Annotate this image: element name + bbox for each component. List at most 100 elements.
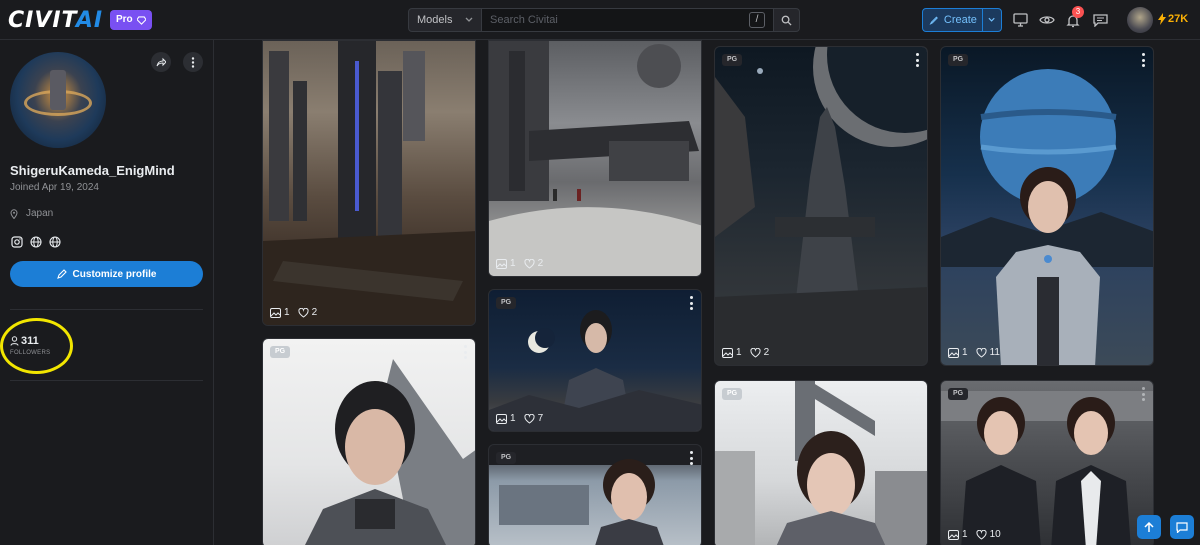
create-split-divider <box>981 8 983 32</box>
rating-badge: PG <box>722 54 743 66</box>
image-icon <box>270 307 281 318</box>
card-artwork <box>489 310 701 431</box>
image-card[interactable]: PG <box>714 380 928 545</box>
like-count-value: 2 <box>763 347 770 358</box>
like-count[interactable]: 11 <box>976 347 1000 358</box>
yellow-highlight-circle <box>0 318 73 374</box>
card-menu-button[interactable] <box>689 296 693 310</box>
card-menu-button[interactable] <box>1141 387 1145 401</box>
search-button[interactable] <box>774 8 800 32</box>
image-count: 1 <box>496 413 516 424</box>
like-count[interactable]: 2 <box>298 307 318 318</box>
share-button[interactable] <box>151 52 171 72</box>
sidebar-divider <box>10 380 203 381</box>
image-count: 1 <box>270 307 290 318</box>
notification-count-badge: 3 <box>1072 6 1084 18</box>
search-icon <box>781 15 792 26</box>
search-scope-label: Models <box>417 14 453 26</box>
globe-icon[interactable] <box>29 235 42 248</box>
customize-profile-button[interactable]: Customize profile <box>10 261 203 287</box>
eye-icon[interactable] <box>1037 10 1057 30</box>
more-options-button[interactable] <box>183 52 203 72</box>
image-count-value: 1 <box>736 347 742 358</box>
scroll-to-top-button[interactable] <box>1137 515 1161 539</box>
image-card[interactable]: PG 1 7 <box>488 289 702 432</box>
image-card[interactable]: PG 1 10 <box>940 380 1154 545</box>
card-menu-button[interactable] <box>689 451 693 465</box>
avatar-art-tower <box>50 70 66 110</box>
image-count-value: 1 <box>962 529 968 540</box>
chevron-down-icon[interactable] <box>988 17 995 23</box>
heart-icon <box>976 347 987 358</box>
civitai-logo[interactable]: CIVITAI <box>8 8 103 33</box>
image-count-value: 1 <box>284 307 290 318</box>
card-artwork <box>489 445 701 545</box>
search-input[interactable]: Search Civitai / <box>482 8 774 32</box>
chevron-down-icon <box>465 17 473 22</box>
image-count: 1 <box>948 347 968 358</box>
search-placeholder: Search Civitai <box>490 14 558 26</box>
image-card[interactable]: PG 1 2 <box>714 46 928 366</box>
upload-monitor-icon[interactable] <box>1010 10 1030 30</box>
like-count[interactable]: 2 <box>750 347 770 358</box>
like-count-value: 7 <box>537 413 544 424</box>
like-count-value: 10 <box>989 529 1001 540</box>
card-stats: 1 7 <box>496 413 543 424</box>
card-menu-button[interactable] <box>463 345 467 359</box>
image-icon <box>948 529 959 540</box>
image-icon <box>948 347 959 358</box>
card-menu-button[interactable] <box>915 53 919 67</box>
logo-text-accent: AI <box>75 8 104 33</box>
rating-badge: PG <box>722 388 743 400</box>
create-label: Create <box>943 14 977 26</box>
card-artwork <box>305 359 475 545</box>
card-menu-button[interactable] <box>1141 53 1145 67</box>
social-links <box>10 235 61 248</box>
pencil-icon <box>56 269 67 279</box>
map-pin-icon <box>10 208 18 219</box>
arrow-up-icon <box>1144 521 1154 532</box>
like-count[interactable]: 10 <box>976 529 1001 540</box>
heart-icon <box>750 347 761 358</box>
brush-icon <box>929 16 938 25</box>
chat-icon[interactable] <box>1090 10 1110 30</box>
create-button[interactable]: Create <box>922 8 1002 32</box>
instagram-icon[interactable] <box>10 235 23 248</box>
card-artwork <box>263 41 475 325</box>
profile-username: ShigeruKameda_EnigMind <box>10 163 175 178</box>
chat-icon <box>1176 521 1188 533</box>
like-count[interactable]: 2 <box>524 258 543 269</box>
image-card[interactable]: 1 2 <box>488 40 702 277</box>
rating-badge: PG <box>496 452 517 464</box>
pro-badge[interactable]: Pro <box>110 10 152 30</box>
card-artwork <box>715 381 927 545</box>
pro-label: Pro <box>116 14 133 25</box>
search-scope-select[interactable]: Models <box>408 8 482 32</box>
image-count: 1 <box>948 529 968 540</box>
heart-icon <box>524 413 535 424</box>
image-card[interactable]: PG <box>488 444 702 545</box>
image-icon <box>496 258 507 269</box>
diamond-icon <box>136 15 146 25</box>
card-artwork <box>941 69 1153 365</box>
image-card[interactable]: PG <box>262 338 476 545</box>
buzz-balance[interactable]: 27K <box>1158 13 1188 25</box>
card-stats: 1 11 <box>948 347 1000 358</box>
buzz-amount: 27K <box>1168 13 1189 25</box>
heart-icon <box>976 529 987 540</box>
image-icon <box>496 413 507 424</box>
user-avatar[interactable] <box>1127 7 1153 33</box>
image-count: 1 <box>496 258 516 269</box>
image-card[interactable]: PG 1 11 <box>940 46 1154 366</box>
card-stats: 1 2 <box>270 307 317 318</box>
image-count-value: 1 <box>962 347 968 358</box>
card-artwork <box>489 41 701 276</box>
card-stats: 1 2 <box>496 258 543 269</box>
image-card[interactable]: 1 2 <box>262 40 476 326</box>
like-count[interactable]: 7 <box>524 413 544 424</box>
globe-icon[interactable] <box>48 235 61 248</box>
card-artwork <box>715 47 927 365</box>
like-count-value: 2 <box>311 307 318 318</box>
card-menu-button[interactable] <box>915 387 919 401</box>
chat-support-button[interactable] <box>1170 515 1194 539</box>
